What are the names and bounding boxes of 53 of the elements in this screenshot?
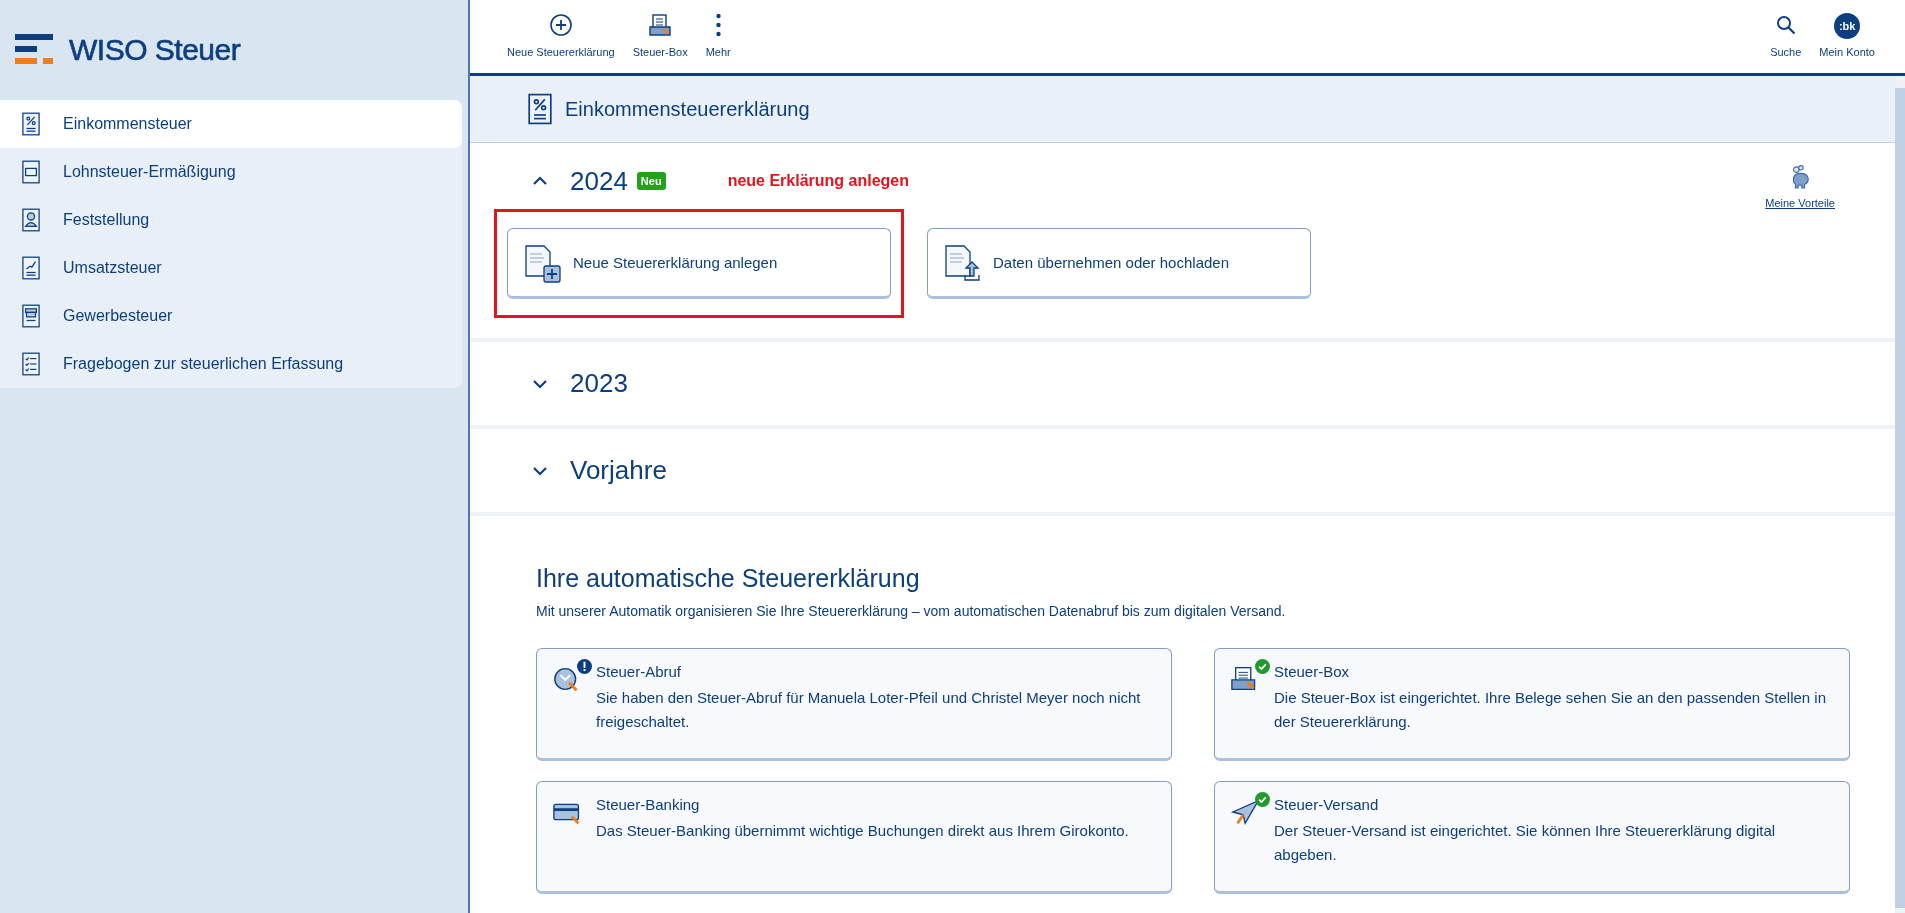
new-badge: Neu — [636, 172, 666, 190]
chart-document-icon — [22, 256, 40, 280]
card-title: Steuer-Box — [1274, 663, 1351, 680]
checklist-icon — [22, 352, 40, 376]
percent-document-icon — [528, 93, 552, 125]
more-icon — [715, 13, 721, 37]
avatar: :bk — [1834, 13, 1861, 39]
action-button[interactable]: Neue Steuererklärung anlegen — [507, 228, 891, 299]
document-tray-icon — [648, 13, 673, 37]
section-subtitle: Mit unserer Automatik organisieren Sie Ihre Steuererklärung – vom automatischen Datenabruf bis zum digitalen Versand. — [536, 603, 1287, 619]
feature-card[interactable]: Steuer-Box Die Steuer-Box ist eingerichtet. Ihre Belege sehen Sie an den passenden Stellen in der Steuererklärung. — [1214, 648, 1850, 761]
sidebar-item[interactable]: Fragebogen zur steuerlichen Erfassung — [0, 340, 462, 388]
feature-card[interactable]: Steuer-Banking Das Steuer-Banking übernimmt wichtige Buchungen direkt aus Ihrem Girokonto. — [536, 781, 1172, 894]
toolbar-button[interactable]: Suche — [1770, 13, 1802, 58]
toolbar-button[interactable]: Neue Steuererklärung — [507, 13, 615, 58]
toolbar-button[interactable]: :bk Mein Konto — [1819, 13, 1875, 58]
section-title: Ihre automatische Steuererklärung — [536, 564, 921, 593]
sidebar-item[interactable]: Gewerbesteuer — [0, 292, 462, 340]
page-title: Einkommensteuererklärung — [565, 97, 810, 121]
year-toggle[interactable]: Vorjahre — [532, 455, 667, 486]
chevron-down-icon — [532, 465, 548, 476]
year-toggle[interactable]: 2024 — [532, 165, 628, 197]
card-description: Die Steuer-Box ist eingerichtet. Ihre Belege sehen Sie an den passenden Stellen in der Steuererklärung. — [1274, 688, 1828, 732]
card-title: Steuer-Banking — [596, 796, 701, 813]
feature-card[interactable]: Steuer-Versand Der Steuer-Versand ist eingerichtet. Sie können Ihre Steuererklärung digital abgeben. — [1214, 781, 1850, 894]
card-description: Sie haben den Steuer-Abruf für Manuela Loter-Pfeil und Christel Meyer noch nicht freigeschaltet. — [596, 688, 1142, 732]
sidebar-item[interactable]: Einkommensteuer — [0, 100, 462, 148]
plus-circle-icon — [548, 13, 573, 37]
chevron-down-icon — [532, 378, 548, 389]
sidebar-item[interactable]: Lohnsteuer-Ermäßigung — [0, 148, 462, 196]
card-title: Steuer-Versand — [1274, 796, 1380, 813]
card-description: Das Steuer-Banking übernimmt wichtige Buchungen direkt aus Ihrem Girokonto. — [596, 821, 1129, 841]
annotation-text: neue Erklärung anlegen — [727, 172, 909, 190]
logo-icon — [15, 34, 53, 66]
sidebar-item[interactable]: Feststellung — [0, 196, 462, 244]
sidebar-item[interactable]: Umsatzsteuer — [0, 244, 462, 292]
toolbar-button[interactable]: Steuer-Box — [632, 13, 688, 58]
card-description: Der Steuer-Versand ist eingerichtet. Sie können Ihre Steuererklärung digital abgeben. — [1274, 821, 1777, 865]
toolbar-button[interactable]: Mehr — [705, 13, 731, 58]
chevron-up-icon — [532, 176, 548, 186]
people-document-icon — [22, 208, 40, 232]
card-document-icon — [22, 160, 40, 184]
shop-document-icon — [22, 304, 40, 328]
action-button[interactable]: Daten übernehmen oder hochladen — [927, 228, 1311, 299]
benefits-link[interactable]: Meine Vorteile — [1765, 197, 1835, 209]
feature-card[interactable]: Steuer-Abruf Sie haben den Steuer-Abruf für Manuela Loter-Pfeil und Christel Meyer noch nicht freigeschaltet. — [536, 648, 1172, 761]
percent-document-icon — [22, 112, 40, 136]
card-title: Steuer-Abruf — [596, 663, 683, 680]
scrollbar[interactable] — [1895, 76, 1905, 913]
logo-text: WISO Steuer — [69, 33, 241, 67]
upload-document-icon — [943, 242, 983, 283]
add-document-icon — [523, 242, 563, 283]
year-toggle[interactable]: 2023 — [532, 368, 628, 399]
